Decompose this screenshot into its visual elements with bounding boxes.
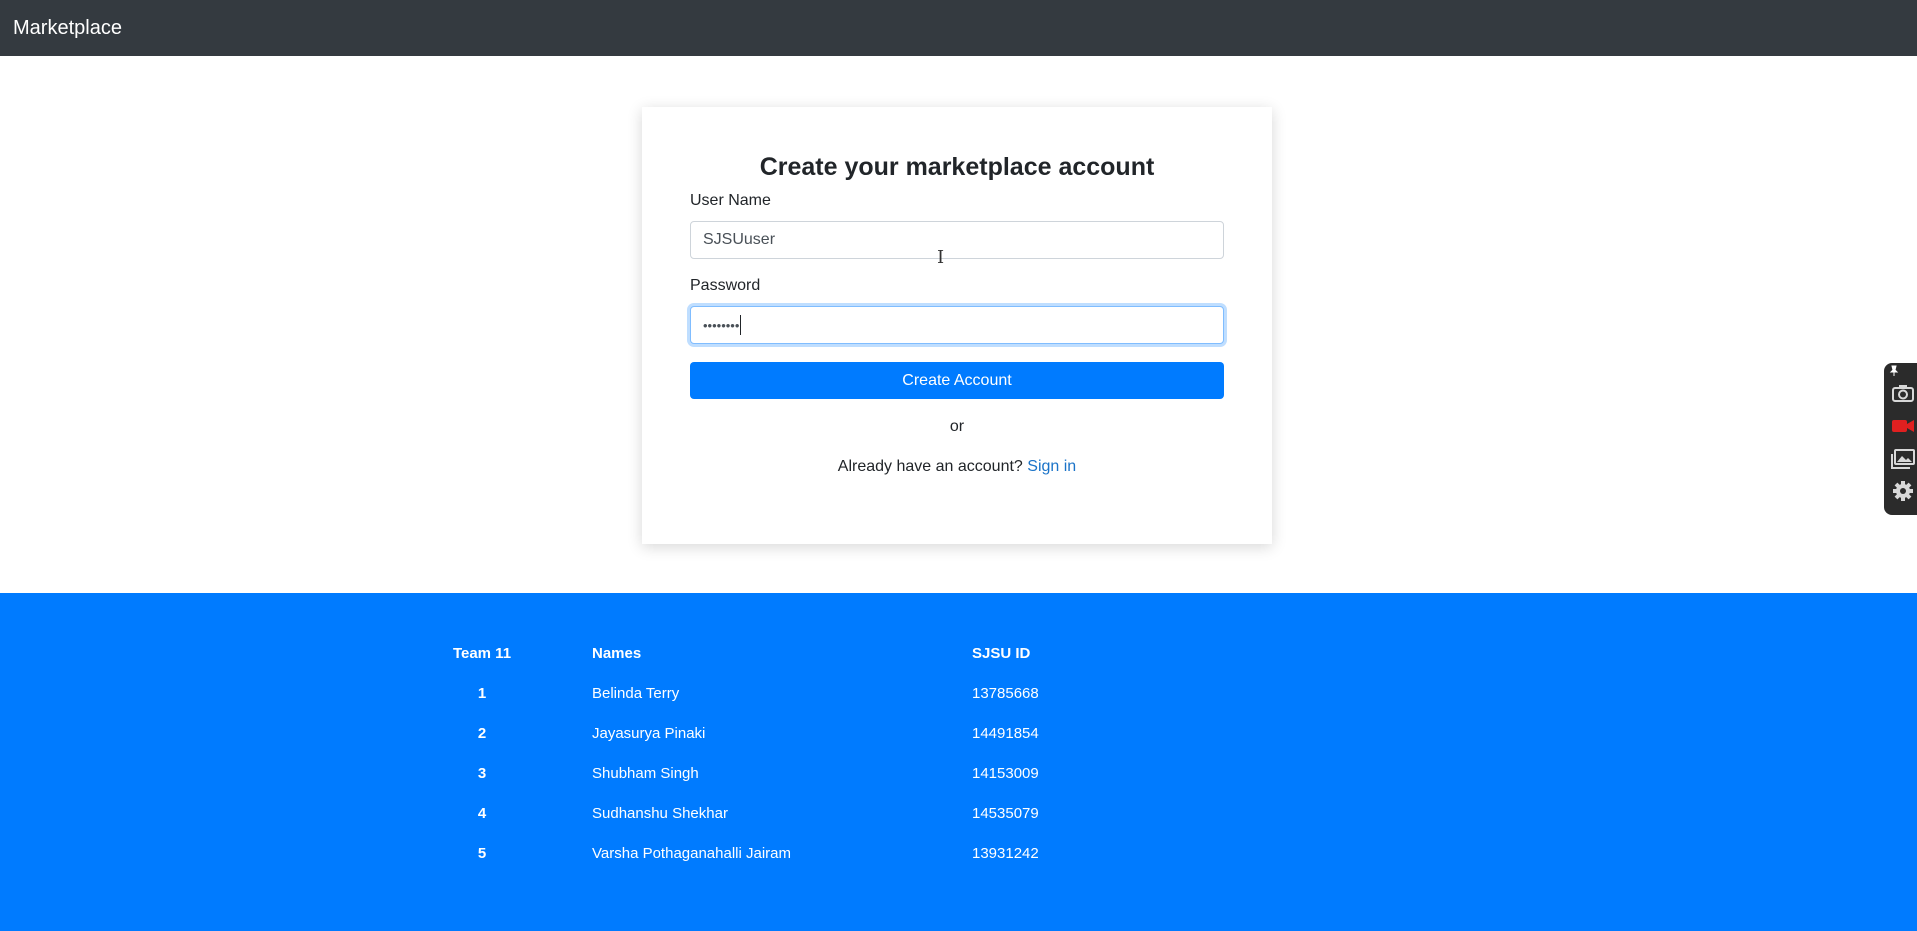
team-footer: Team 11 Names SJSU ID 1 Belinda Terry 13… [0,593,1917,931]
sjsu-id-header: SJSU ID [972,645,1031,662]
row-number: 1 [477,685,487,702]
text-caret [740,315,742,335]
row-number: 4 [477,805,487,822]
names-header: Names [592,645,642,662]
team-header: Team 11 [452,645,512,662]
navbar: Marketplace [0,0,1917,56]
text-cursor-icon: I [937,247,945,268]
row-number: 2 [477,725,487,742]
signin-prompt-line: Already have an account? Sign in [642,458,1272,476]
member-id: 13785668 [972,685,1039,702]
settings-gear-icon[interactable] [1891,481,1915,501]
signin-link[interactable]: Sign in [1027,458,1076,475]
row-number: 5 [477,845,487,862]
member-name: Sudhanshu Shekhar [592,805,728,822]
or-separator: or [949,418,965,435]
member-id: 14535079 [972,805,1039,822]
member-name: Shubham Singh [592,765,699,782]
row-number: 3 [477,765,487,782]
member-name: Varsha Pothaganahalli Jairam [592,845,792,862]
member-name: Jayasurya Pinaki [592,725,706,742]
password-value: •••••••• [703,317,740,333]
create-account-button[interactable]: Create Account [690,362,1224,399]
video-record-icon[interactable] [1891,416,1915,436]
username-input[interactable]: SJSUuser I [690,221,1224,267]
username-label: User Name [690,192,771,209]
member-id: 14153009 [972,765,1039,782]
member-id: 14491854 [972,725,1039,742]
form-title: Create your marketplace account [759,153,1155,181]
pin-icon[interactable] [1887,364,1901,378]
username-value: SJSUuser [703,231,776,248]
password-label: Password [690,277,761,294]
signup-card: Create your marketplace account User Nam… [642,107,1272,544]
member-name: Belinda Terry [592,685,680,702]
capture-widget [1884,363,1917,515]
signin-prompt: Already have an account? [837,458,1023,475]
member-id: 13931242 [972,845,1039,862]
camera-icon[interactable] [1891,383,1915,403]
navbar-brand[interactable]: Marketplace [13,17,122,40]
password-input[interactable]: •••••••• [690,306,1224,344]
gallery-icon[interactable] [1891,449,1915,469]
